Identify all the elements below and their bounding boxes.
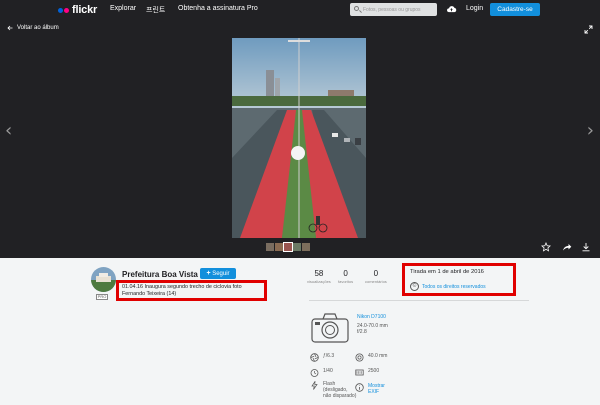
iso-icon	[355, 369, 364, 376]
signup-button[interactable]: Cadastre-se	[490, 3, 540, 16]
exif-iso: 2500	[355, 368, 379, 377]
thumbnail[interactable]	[302, 243, 310, 251]
exif-focal-length: 40.0 mm	[355, 353, 387, 362]
thumbnail-strip	[266, 242, 310, 252]
show-exif-label: Mostrar EXIF	[368, 383, 385, 395]
flash-icon	[311, 381, 318, 390]
logo-pink-dot	[64, 7, 69, 13]
flash-value: Flash (desligado, não disparado)	[323, 381, 356, 399]
highlight-box-title	[116, 280, 267, 301]
stat-comments: 0 comentários	[365, 269, 387, 284]
next-photo-icon[interactable]: ›	[587, 120, 594, 141]
stat-label: favoritos	[338, 279, 354, 284]
search-input[interactable]	[363, 5, 435, 14]
exif-aperture: ƒ/6.3	[310, 353, 334, 362]
nav-link-pro[interactable]: Obtenha a assinatura Pro	[178, 5, 258, 12]
avatar[interactable]	[91, 267, 116, 292]
upload-cloud-icon[interactable]	[446, 5, 457, 13]
previous-photo-icon[interactable]: ‹	[5, 120, 12, 141]
shutter-timer-icon	[310, 369, 319, 377]
nav-link-explore[interactable]: Explorar	[110, 5, 136, 12]
divider	[309, 300, 529, 301]
photo-viewer: Voltar ao álbum ‹ ›	[0, 20, 600, 258]
stat-value: 0	[343, 269, 348, 278]
thumbnail[interactable]	[275, 243, 283, 251]
login-link[interactable]: Login	[466, 5, 483, 12]
follow-plus-icon: +	[206, 270, 211, 277]
thumbnail[interactable]	[266, 243, 274, 251]
camera-model-link[interactable]: Nikon D7100	[357, 314, 386, 320]
top-nav: flickr Explorar 프린트 Obtenha a assinatura…	[0, 0, 600, 20]
focal-length-icon	[355, 353, 364, 362]
main-photo	[232, 38, 366, 238]
thumbnail[interactable]	[293, 243, 301, 251]
back-arrow-icon	[7, 25, 13, 31]
flickr-logo[interactable]: flickr	[58, 4, 97, 16]
nav-link-prints[interactable]: 프린트	[146, 5, 165, 15]
stat-label: visualizações	[307, 279, 331, 284]
logo-text: flickr	[72, 4, 98, 16]
show-exif-line: EXIF	[368, 389, 380, 395]
logo-blue-dot	[58, 7, 63, 13]
follow-label: Seguir	[212, 271, 230, 277]
show-exif-link[interactable]: Mostrar EXIF	[355, 383, 385, 395]
thumbnail-active[interactable]	[283, 242, 293, 252]
info-icon	[355, 383, 364, 392]
search-icon	[354, 6, 359, 11]
camera-icon	[311, 313, 349, 343]
stat-value: 58	[314, 269, 324, 278]
exif-flash: Flash (desligado, não disparado)	[310, 381, 356, 399]
focal-length-value: 40.0 mm	[368, 353, 388, 359]
stat-label: comentários	[365, 279, 387, 284]
stat-views: 58 visualizações	[307, 269, 331, 284]
owner-name[interactable]: Prefeitura Boa Vista	[122, 270, 198, 279]
shutter-value: 1/40	[323, 368, 333, 374]
lens-aperture: f/2.8	[357, 329, 367, 335]
back-to-album-link[interactable]: Voltar ao álbum	[7, 25, 59, 31]
stat-value: 0	[373, 269, 379, 278]
follow-button[interactable]: + Seguir	[200, 268, 236, 279]
download-icon[interactable]	[581, 242, 591, 252]
flash-line: não disparado)	[323, 393, 357, 399]
stat-favorites: 0 favoritos	[338, 269, 353, 284]
pro-badge: PRO	[96, 294, 108, 300]
highlight-box-date	[402, 263, 516, 296]
search-box[interactable]	[350, 3, 437, 16]
exif-shutter: 1/40	[310, 368, 333, 377]
share-icon[interactable]	[562, 242, 572, 252]
lens-info: 24.0-70.0 mm f/2.8	[357, 323, 388, 335]
fullscreen-icon[interactable]	[584, 25, 593, 34]
back-label: Voltar ao álbum	[17, 25, 59, 31]
aperture-icon	[310, 353, 319, 362]
aperture-value: ƒ/6.3	[323, 353, 335, 359]
iso-value: 2500	[368, 368, 380, 374]
favorite-star-icon[interactable]	[541, 242, 551, 252]
